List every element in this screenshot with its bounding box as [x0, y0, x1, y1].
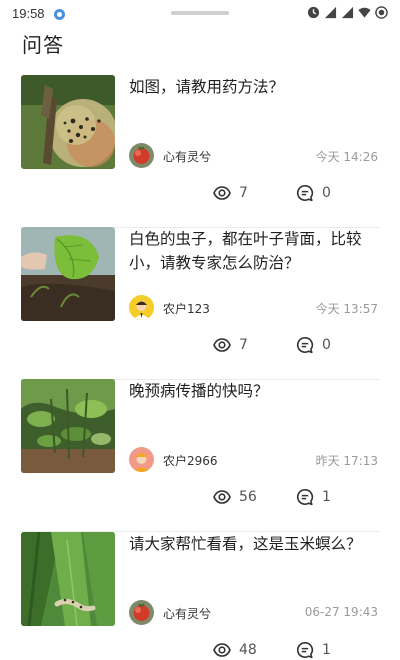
corn-leaf-photo [21, 532, 115, 626]
author-name[interactable]: 心有灵兮 [163, 148, 211, 165]
question-card[interactable]: 晚预病传播的快吗？ 农户2966 昨天 17:13 56 1 [0, 379, 400, 532]
page-title: 问答 [22, 33, 64, 57]
author-name[interactable]: 心有灵兮 [163, 605, 211, 622]
status-bar: 19:58 [0, 0, 400, 28]
wifi-icon [358, 7, 371, 18]
comment-icon [296, 641, 314, 659]
view-count-value: 48 [239, 642, 257, 658]
question-thumbnail[interactable] [21, 227, 115, 321]
question-thumbnail[interactable] [21, 532, 115, 626]
comment-count-value: 1 [322, 489, 331, 505]
question-title[interactable]: 白色的虫子，都在叶子背面，比较小，请教专家怎么防治？ [129, 227, 381, 275]
eye-icon [213, 490, 231, 504]
battery-icon [375, 6, 388, 19]
comment-count-value: 1 [322, 642, 331, 658]
fruit-photo [21, 75, 115, 169]
author-name[interactable]: 农户123 [163, 300, 210, 317]
notch-indicator [171, 11, 229, 15]
view-count-value: 56 [239, 489, 257, 505]
question-title[interactable]: 晚预病传播的快吗？ [129, 379, 381, 403]
question-thumbnail[interactable] [21, 75, 115, 169]
comment-icon [296, 336, 314, 354]
comment-count[interactable]: 1 [296, 488, 331, 506]
clock-icon [307, 6, 320, 19]
status-time: 19:58 [12, 6, 45, 21]
view-count: 7 [213, 184, 248, 202]
view-count: 48 [213, 641, 257, 659]
question-card[interactable]: 白色的虫子，都在叶子背面，比较小，请教专家怎么防治？ 农户123 今天 13:5… [0, 227, 400, 380]
post-time: 今天 13:57 [315, 302, 378, 316]
signal-icon-2 [341, 6, 354, 19]
question-card[interactable]: 请大家帮忙看看，这是玉米螟么？ 心有灵兮 06-27 19:43 48 1 [0, 532, 400, 660]
post-time: 06-27 19:43 [304, 605, 378, 619]
avatar[interactable] [129, 447, 154, 472]
view-count-value: 7 [239, 185, 248, 201]
author-name[interactable]: 农户2966 [163, 452, 218, 469]
plant-photo [21, 379, 115, 473]
eye-icon [213, 338, 231, 352]
post-time: 昨天 17:13 [315, 454, 378, 468]
comment-count-value: 0 [322, 337, 331, 353]
view-count: 7 [213, 336, 248, 354]
comment-icon [296, 184, 314, 202]
notification-icon [54, 9, 65, 20]
post-time: 今天 14:26 [315, 150, 378, 164]
view-count: 56 [213, 488, 257, 506]
status-icons [307, 6, 388, 19]
avatar[interactable] [129, 143, 154, 168]
leaf-photo [21, 227, 115, 321]
comment-count[interactable]: 0 [296, 184, 331, 202]
signal-icon [324, 6, 337, 19]
avatar[interactable] [129, 600, 154, 625]
eye-icon [213, 186, 231, 200]
question-title[interactable]: 如图，请教用药方法？ [129, 75, 381, 99]
avatar[interactable] [129, 295, 154, 320]
comment-count[interactable]: 1 [296, 641, 331, 659]
comment-icon [296, 488, 314, 506]
comment-count-value: 0 [322, 185, 331, 201]
view-count-value: 7 [239, 337, 248, 353]
question-card[interactable]: 如图，请教用药方法？ 心有灵兮 今天 14:26 7 0 [0, 75, 400, 228]
eye-icon [213, 643, 231, 657]
question-title[interactable]: 请大家帮忙看看，这是玉米螟么？ [129, 532, 381, 556]
comment-count[interactable]: 0 [296, 336, 331, 354]
question-thumbnail[interactable] [21, 379, 115, 473]
